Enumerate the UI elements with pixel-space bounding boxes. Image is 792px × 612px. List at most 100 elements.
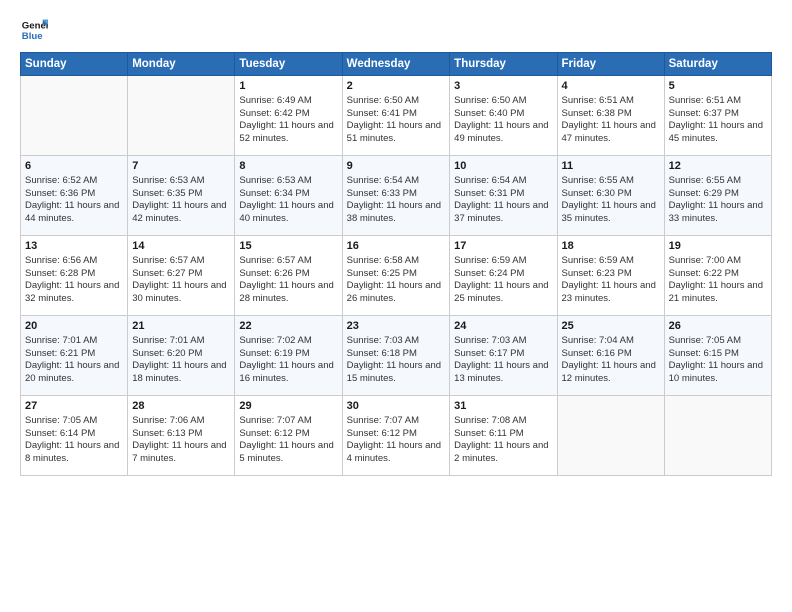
calendar-cell: 29Sunrise: 7:07 AMSunset: 6:12 PMDayligh… xyxy=(235,396,342,476)
day-number: 27 xyxy=(25,399,123,414)
calendar-cell: 27Sunrise: 7:05 AMSunset: 6:14 PMDayligh… xyxy=(21,396,128,476)
day-info: Sunrise: 6:58 AM xyxy=(347,255,446,268)
day-number: 29 xyxy=(239,399,337,414)
day-info: Daylight: 11 hours and 8 minutes. xyxy=(25,440,123,466)
day-number: 22 xyxy=(239,319,337,334)
day-info: Sunrise: 6:51 AM xyxy=(669,95,767,108)
calendar-cell: 23Sunrise: 7:03 AMSunset: 6:18 PMDayligh… xyxy=(342,316,450,396)
day-number: 8 xyxy=(239,159,337,174)
day-info: Sunset: 6:23 PM xyxy=(562,268,660,281)
calendar-cell: 24Sunrise: 7:03 AMSunset: 6:17 PMDayligh… xyxy=(450,316,557,396)
day-info: Daylight: 11 hours and 42 minutes. xyxy=(132,200,230,226)
calendar-cell: 19Sunrise: 7:00 AMSunset: 6:22 PMDayligh… xyxy=(664,236,771,316)
day-info: Sunrise: 6:59 AM xyxy=(454,255,552,268)
header: General Blue xyxy=(20,16,772,44)
day-number: 15 xyxy=(239,239,337,254)
week-row-3: 13Sunrise: 6:56 AMSunset: 6:28 PMDayligh… xyxy=(21,236,772,316)
day-info: Sunset: 6:11 PM xyxy=(454,428,552,441)
header-tuesday: Tuesday xyxy=(235,53,342,76)
day-info: Daylight: 11 hours and 4 minutes. xyxy=(347,440,446,466)
calendar-cell xyxy=(557,396,664,476)
day-info: Sunset: 6:12 PM xyxy=(239,428,337,441)
day-info: Sunrise: 7:04 AM xyxy=(562,335,660,348)
day-info: Sunset: 6:18 PM xyxy=(347,348,446,361)
day-info: Daylight: 11 hours and 40 minutes. xyxy=(239,200,337,226)
calendar-cell: 15Sunrise: 6:57 AMSunset: 6:26 PMDayligh… xyxy=(235,236,342,316)
day-info: Sunset: 6:17 PM xyxy=(454,348,552,361)
day-info: Daylight: 11 hours and 26 minutes. xyxy=(347,280,446,306)
day-info: Daylight: 11 hours and 44 minutes. xyxy=(25,200,123,226)
day-info: Daylight: 11 hours and 28 minutes. xyxy=(239,280,337,306)
calendar-cell: 22Sunrise: 7:02 AMSunset: 6:19 PMDayligh… xyxy=(235,316,342,396)
calendar-cell: 16Sunrise: 6:58 AMSunset: 6:25 PMDayligh… xyxy=(342,236,450,316)
day-number: 30 xyxy=(347,399,446,414)
header-wednesday: Wednesday xyxy=(342,53,450,76)
day-number: 21 xyxy=(132,319,230,334)
day-info: Sunrise: 7:03 AM xyxy=(347,335,446,348)
day-info: Sunrise: 6:57 AM xyxy=(132,255,230,268)
day-info: Sunset: 6:41 PM xyxy=(347,108,446,121)
day-info: Sunrise: 7:08 AM xyxy=(454,415,552,428)
day-info: Sunset: 6:14 PM xyxy=(25,428,123,441)
day-info: Sunrise: 7:05 AM xyxy=(669,335,767,348)
day-info: Sunset: 6:36 PM xyxy=(25,188,123,201)
calendar-table: SundayMondayTuesdayWednesdayThursdayFrid… xyxy=(20,52,772,476)
day-info: Sunrise: 6:50 AM xyxy=(454,95,552,108)
day-info: Daylight: 11 hours and 5 minutes. xyxy=(239,440,337,466)
day-info: Sunset: 6:16 PM xyxy=(562,348,660,361)
calendar-cell: 30Sunrise: 7:07 AMSunset: 6:12 PMDayligh… xyxy=(342,396,450,476)
week-row-1: 1Sunrise: 6:49 AMSunset: 6:42 PMDaylight… xyxy=(21,76,772,156)
day-info: Sunset: 6:21 PM xyxy=(25,348,123,361)
day-info: Sunset: 6:40 PM xyxy=(454,108,552,121)
day-info: Daylight: 11 hours and 51 minutes. xyxy=(347,120,446,146)
day-number: 10 xyxy=(454,159,552,174)
day-info: Daylight: 11 hours and 13 minutes. xyxy=(454,360,552,386)
header-friday: Friday xyxy=(557,53,664,76)
day-info: Sunrise: 7:01 AM xyxy=(25,335,123,348)
day-info: Sunrise: 6:53 AM xyxy=(132,175,230,188)
week-row-2: 6Sunrise: 6:52 AMSunset: 6:36 PMDaylight… xyxy=(21,156,772,236)
calendar-cell: 12Sunrise: 6:55 AMSunset: 6:29 PMDayligh… xyxy=(664,156,771,236)
day-number: 25 xyxy=(562,319,660,334)
day-info: Daylight: 11 hours and 21 minutes. xyxy=(669,280,767,306)
day-info: Sunrise: 6:54 AM xyxy=(454,175,552,188)
day-info: Sunset: 6:35 PM xyxy=(132,188,230,201)
day-info: Sunrise: 7:02 AM xyxy=(239,335,337,348)
calendar-cell: 31Sunrise: 7:08 AMSunset: 6:11 PMDayligh… xyxy=(450,396,557,476)
day-number: 14 xyxy=(132,239,230,254)
day-info: Sunrise: 6:53 AM xyxy=(239,175,337,188)
day-info: Sunset: 6:15 PM xyxy=(669,348,767,361)
calendar-cell: 11Sunrise: 6:55 AMSunset: 6:30 PMDayligh… xyxy=(557,156,664,236)
calendar-cell: 26Sunrise: 7:05 AMSunset: 6:15 PMDayligh… xyxy=(664,316,771,396)
day-info: Daylight: 11 hours and 7 minutes. xyxy=(132,440,230,466)
day-number: 18 xyxy=(562,239,660,254)
calendar-cell xyxy=(664,396,771,476)
day-info: Sunset: 6:27 PM xyxy=(132,268,230,281)
day-number: 1 xyxy=(239,79,337,94)
calendar-cell xyxy=(128,76,235,156)
day-info: Daylight: 11 hours and 35 minutes. xyxy=(562,200,660,226)
day-info: Sunset: 6:33 PM xyxy=(347,188,446,201)
day-number: 23 xyxy=(347,319,446,334)
day-info: Sunset: 6:42 PM xyxy=(239,108,337,121)
day-info: Sunrise: 7:00 AM xyxy=(669,255,767,268)
calendar-cell: 9Sunrise: 6:54 AMSunset: 6:33 PMDaylight… xyxy=(342,156,450,236)
day-info: Daylight: 11 hours and 32 minutes. xyxy=(25,280,123,306)
day-info: Sunset: 6:26 PM xyxy=(239,268,337,281)
day-number: 6 xyxy=(25,159,123,174)
header-sunday: Sunday xyxy=(21,53,128,76)
day-info: Daylight: 11 hours and 30 minutes. xyxy=(132,280,230,306)
day-number: 17 xyxy=(454,239,552,254)
day-info: Daylight: 11 hours and 18 minutes. xyxy=(132,360,230,386)
day-number: 28 xyxy=(132,399,230,414)
day-info: Daylight: 11 hours and 20 minutes. xyxy=(25,360,123,386)
day-info: Daylight: 11 hours and 23 minutes. xyxy=(562,280,660,306)
day-info: Sunrise: 6:57 AM xyxy=(239,255,337,268)
day-info: Daylight: 11 hours and 38 minutes. xyxy=(347,200,446,226)
day-info: Daylight: 11 hours and 47 minutes. xyxy=(562,120,660,146)
day-info: Sunrise: 7:01 AM xyxy=(132,335,230,348)
day-number: 13 xyxy=(25,239,123,254)
day-info: Daylight: 11 hours and 16 minutes. xyxy=(239,360,337,386)
day-info: Daylight: 11 hours and 49 minutes. xyxy=(454,120,552,146)
calendar-cell: 2Sunrise: 6:50 AMSunset: 6:41 PMDaylight… xyxy=(342,76,450,156)
